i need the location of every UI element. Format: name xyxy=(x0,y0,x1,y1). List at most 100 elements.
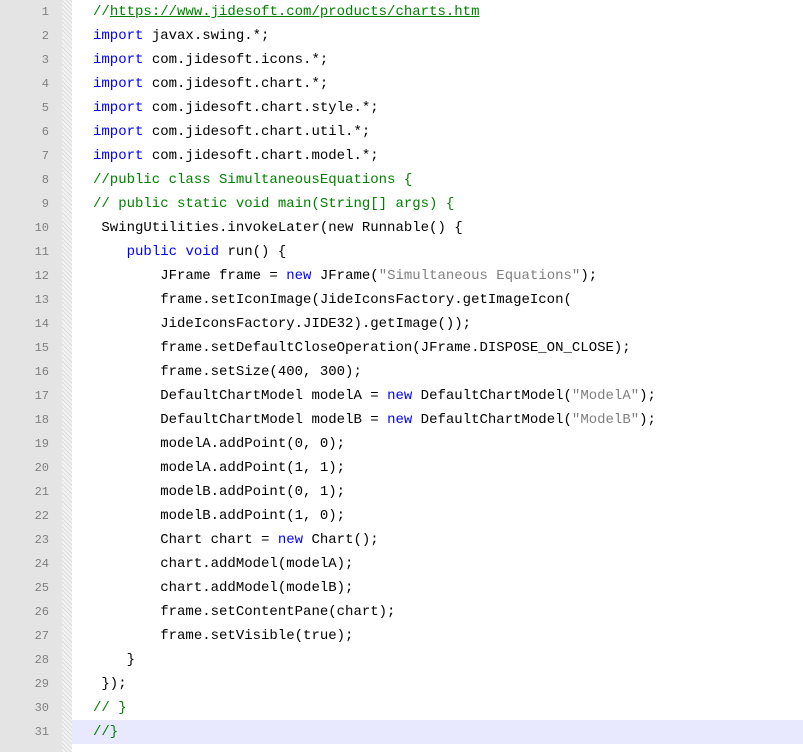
code-text[interactable]: import com.jidesoft.chart.util.*; xyxy=(93,120,370,144)
code-line[interactable]: 26 frame.setContentPane(chart); xyxy=(0,600,803,624)
plain-token: ); xyxy=(580,268,598,284)
code-line[interactable]: 22 modelB.addPoint(1, 0); xyxy=(0,504,803,528)
code-text[interactable]: modelB.addPoint(1, 0); xyxy=(93,504,345,528)
code-text[interactable]: Chart chart = new Chart(); xyxy=(93,528,379,552)
keyword-token: import xyxy=(93,28,144,44)
code-text[interactable]: JFrame frame = new JFrame("Simultaneous … xyxy=(93,264,597,288)
line-number: 6 xyxy=(41,125,49,139)
code-line[interactable]: 27 frame.setVisible(true); xyxy=(0,624,803,648)
code-line[interactable]: 23 Chart chart = new Chart(); xyxy=(0,528,803,552)
plain-token: ); xyxy=(639,388,656,404)
code-line[interactable]: 28 } xyxy=(0,648,803,672)
code-text[interactable]: chart.addModel(modelB); xyxy=(93,576,353,600)
code-line[interactable]: 14 JideIconsFactory.JIDE32).getImage()); xyxy=(0,312,803,336)
code-line[interactable]: 13 frame.setIconImage(JideIconsFactory.g… xyxy=(0,288,803,312)
code-line[interactable]: 29 }); xyxy=(0,672,803,696)
code-line[interactable]: 21 modelB.addPoint(0, 1); xyxy=(0,480,803,504)
code-editor[interactable]: 1 //https://www.jidesoft.com/products/cha… xyxy=(0,0,803,752)
code-text[interactable]: } xyxy=(93,648,135,672)
plain-token: frame.setVisible(true); xyxy=(160,628,354,644)
code-text[interactable]: frame.setIconImage(JideIconsFactory.getI… xyxy=(93,288,572,312)
plain-token: run() { xyxy=(219,244,287,260)
line-number: 13 xyxy=(34,293,49,307)
line-number: 20 xyxy=(34,461,49,475)
code-text[interactable]: JideIconsFactory.JIDE32).getImage()); xyxy=(93,312,471,336)
line-number: 8 xyxy=(41,173,49,187)
code-text[interactable]: frame.setContentPane(chart); xyxy=(93,600,395,624)
code-line[interactable]: 25 chart.addModel(modelB); xyxy=(0,576,803,600)
code-text[interactable]: // } xyxy=(93,696,127,720)
plain-token: Chart chart = xyxy=(160,532,278,548)
url-link[interactable]: https://www.jidesoft.com/products/charts… xyxy=(110,4,480,20)
code-line[interactable]: 15 frame.setDefaultCloseOperation(JFrame… xyxy=(0,336,803,360)
code-text[interactable]: public void run() { xyxy=(93,240,287,264)
plain-token: } xyxy=(126,652,136,668)
code-text[interactable]: modelA.addPoint(0, 0); xyxy=(93,432,345,456)
line-number: 5 xyxy=(41,101,49,115)
code-line[interactable]: 7 import com.jidesoft.chart.model.*; xyxy=(0,144,803,168)
code-line[interactable]: 30 // } xyxy=(0,696,803,720)
code-text[interactable]: import com.jidesoft.chart.model.*; xyxy=(93,144,379,168)
code-line[interactable]: 4 import com.jidesoft.chart.*; xyxy=(0,72,803,96)
line-number: 11 xyxy=(34,245,49,259)
code-text[interactable]: //https://www.jidesoft.com/products/char… xyxy=(93,0,479,24)
code-text[interactable]: import javax.swing.*; xyxy=(93,24,269,48)
code-text[interactable]: //} xyxy=(93,720,118,744)
code-text[interactable]: //public class SimultaneousEquations { xyxy=(93,168,412,192)
code-text[interactable]: frame.setSize(400, 300); xyxy=(93,360,362,384)
code-line[interactable]: 3 import com.jidesoft.icons.*; xyxy=(0,48,803,72)
plain-token: modelB.addPoint(1, 0); xyxy=(160,508,346,524)
code-line[interactable]: 10 SwingUtilities.invokeLater(new Runnab… xyxy=(0,216,803,240)
code-line[interactable]: 31 //} xyxy=(0,720,803,744)
code-text[interactable]: frame.setVisible(true); xyxy=(93,624,353,648)
comment-token: //} xyxy=(93,724,119,740)
code-text[interactable]: import com.jidesoft.icons.*; xyxy=(93,48,328,72)
code-text[interactable]: DefaultChartModel modelA = new DefaultCh… xyxy=(93,384,656,408)
line-number: 1 xyxy=(41,5,49,19)
code-text[interactable]: modelA.addPoint(1, 1); xyxy=(93,456,345,480)
line-number: 30 xyxy=(34,701,49,715)
line-number: 29 xyxy=(34,677,49,691)
plain-token: com.jidesoft.chart.*; xyxy=(143,76,329,92)
plain-token: DefaultChartModel modelA = xyxy=(160,388,388,404)
code-text[interactable]: import com.jidesoft.chart.style.*; xyxy=(93,96,379,120)
code-line[interactable]: 17 DefaultChartModel modelA = new Defaul… xyxy=(0,384,803,408)
comment-token: //public class SimultaneousEquations { xyxy=(93,172,413,188)
code-line[interactable]: 18 DefaultChartModel modelB = new Defaul… xyxy=(0,408,803,432)
string-token: "ModelA" xyxy=(571,388,640,404)
code-line[interactable]: 5 import com.jidesoft.chart.style.*; xyxy=(0,96,803,120)
code-text[interactable]: DefaultChartModel modelB = new DefaultCh… xyxy=(93,408,656,432)
plain-token: Chart(); xyxy=(303,532,379,548)
code-text[interactable]: frame.setDefaultCloseOperation(JFrame.DI… xyxy=(93,336,630,360)
code-text[interactable]: import com.jidesoft.chart.*; xyxy=(93,72,328,96)
code-text[interactable]: SwingUtilities.invokeLater(new Runnable(… xyxy=(93,216,463,240)
line-number: 12 xyxy=(34,269,49,283)
code-text[interactable]: }); xyxy=(93,672,126,696)
code-line[interactable]: 2 import javax.swing.*; xyxy=(0,24,803,48)
code-line[interactable]: 11 public void run() { xyxy=(0,240,803,264)
code-line[interactable]: 20 modelA.addPoint(1, 1); xyxy=(0,456,803,480)
line-number: 28 xyxy=(34,653,49,667)
plain-token: DefaultChartModel( xyxy=(412,388,572,404)
code-line[interactable]: 16 frame.setSize(400, 300); xyxy=(0,360,803,384)
code-line[interactable]: 19 modelA.addPoint(0, 0); xyxy=(0,432,803,456)
code-line[interactable]: 24 chart.addModel(modelA); xyxy=(0,552,803,576)
plain-token: modelA.addPoint(1, 1); xyxy=(160,460,346,476)
plain-token: chart.addModel(modelA); xyxy=(160,556,354,572)
code-line[interactable]: 12 JFrame frame = new JFrame("Simultaneo… xyxy=(0,264,803,288)
line-number: 9 xyxy=(41,197,49,211)
code-text[interactable]: // public static void main(String[] args… xyxy=(93,192,454,216)
code-line[interactable]: 1 //https://www.jidesoft.com/products/cha… xyxy=(0,0,803,24)
plain-token: SwingUtilities.invokeLater(new Runnable(… xyxy=(101,220,463,236)
code-line[interactable]: 8 //public class SimultaneousEquations { xyxy=(0,168,803,192)
code-line[interactable]: 6 import com.jidesoft.chart.util.*; xyxy=(0,120,803,144)
code-lines[interactable]: 1 //https://www.jidesoft.com/products/cha… xyxy=(0,0,803,744)
code-text[interactable]: modelB.addPoint(0, 1); xyxy=(93,480,345,504)
code-line[interactable]: 9 // public static void main(String[] arg… xyxy=(0,192,803,216)
code-text[interactable]: chart.addModel(modelA); xyxy=(93,552,353,576)
